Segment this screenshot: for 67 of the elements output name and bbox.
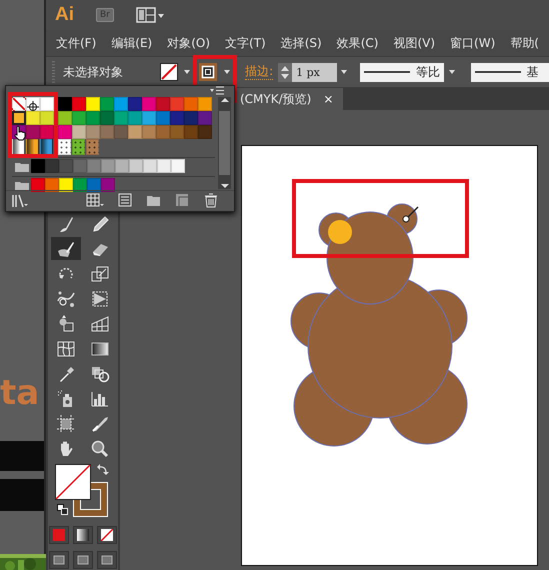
blob-brush-tool[interactable] [51, 237, 81, 260]
selection-label: 未选择对象 [62, 64, 124, 81]
fill-swatch[interactable] [55, 464, 91, 500]
gradient-icon [77, 529, 89, 541]
screen-icon [101, 555, 113, 565]
none-mode-button[interactable] [97, 526, 117, 544]
solid-color-icon [53, 529, 65, 541]
background-bar [0, 479, 44, 511]
menu-item[interactable]: 窗口(W) [450, 34, 496, 52]
panel-menu-icon[interactable] [210, 86, 224, 97]
menu-item[interactable]: 效果(C) [336, 34, 378, 52]
grid-view-icon[interactable] [86, 193, 104, 208]
pen-cursor-icon [402, 206, 419, 222]
line-preview-icon [474, 70, 521, 74]
warp-icon [56, 288, 76, 308]
document-tab[interactable]: (CMYK/预览) [240, 90, 312, 108]
menu-item[interactable]: 文字(T) [225, 34, 266, 52]
artboard-icon [56, 414, 76, 434]
caret-icon [183, 69, 192, 75]
workspace-layout-button[interactable] [136, 7, 164, 23]
scale-icon [90, 264, 110, 284]
caret-icon [222, 69, 231, 75]
hand-cursor-icon [14, 125, 27, 141]
menu-item[interactable]: 选择(S) [280, 34, 322, 52]
screen-icon [53, 555, 65, 565]
new-swatch-icon[interactable] [175, 193, 189, 208]
menu-item[interactable]: 帮助( [510, 34, 539, 52]
line-preview-icon [364, 70, 410, 74]
folder-icon[interactable] [146, 193, 161, 208]
folder-icon[interactable] [14, 160, 28, 172]
scroll-up-button[interactable] [220, 96, 228, 103]
gradient-mode-button[interactable] [73, 526, 93, 544]
screen-icon [77, 555, 89, 565]
swatch[interactable] [12, 110, 26, 125]
stroke-swatch[interactable] [199, 63, 218, 81]
caret-icon [340, 69, 348, 75]
perspective-grid-icon [90, 314, 110, 334]
menu-item[interactable]: 对象(O) [167, 34, 210, 52]
list-view-icon[interactable] [118, 193, 132, 208]
menu-item[interactable]: 文件(F) [56, 34, 96, 52]
screen-mode-button[interactable] [49, 551, 69, 569]
scroll-down-button[interactable] [220, 182, 228, 189]
screen-mode-button[interactable] [73, 551, 93, 569]
color-mode-button[interactable] [49, 526, 69, 544]
fill-swatch[interactable] [160, 63, 178, 81]
app-logo: Ai [55, 2, 74, 27]
delete-icon[interactable] [203, 193, 219, 208]
weight-stepper[interactable] [278, 62, 292, 82]
menu-item[interactable]: 编辑(E) [111, 34, 152, 52]
none-icon [101, 529, 113, 541]
background-text: ta [0, 376, 40, 410]
mesh-icon [56, 338, 76, 358]
library-menu-icon[interactable] [12, 193, 30, 208]
stroke-weight-field[interactable]: 1 px [292, 62, 338, 82]
brush-field[interactable]: 基 [470, 62, 549, 82]
caret-icon [448, 69, 456, 75]
free-transform-icon [90, 288, 110, 308]
close-button[interactable]: × [323, 90, 334, 108]
swap-icon[interactable] [97, 464, 109, 476]
stroke-profile-field[interactable]: 等比 [360, 62, 444, 82]
menu-item[interactable]: 视图(V) [393, 34, 436, 52]
screen-mode-button[interactable] [97, 551, 117, 569]
folder-icon[interactable] [14, 180, 28, 191]
zoom-icon [90, 438, 110, 458]
scrollbar-thumb[interactable] [219, 110, 230, 175]
default-colors-icon[interactable] [57, 504, 68, 515]
background-bar [0, 441, 44, 471]
